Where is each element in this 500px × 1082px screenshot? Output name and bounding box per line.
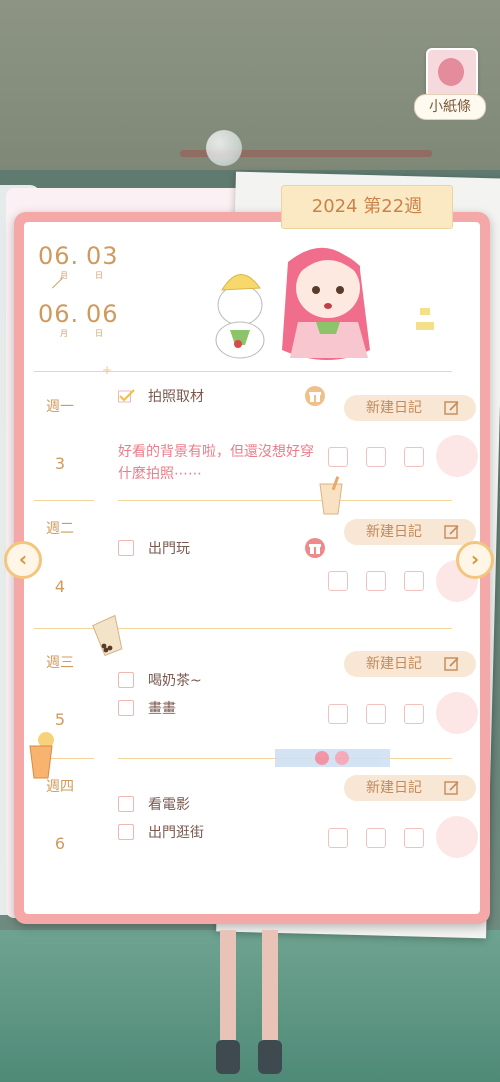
sticker-slot[interactable] [436, 692, 478, 734]
new-diary-button[interactable]: 新建日記 [344, 395, 476, 421]
task-item[interactable]: 出門玩 [118, 538, 190, 558]
task-item[interactable]: 喝奶茶~ [118, 670, 202, 690]
new-diary-button[interactable]: 新建日記 [344, 651, 476, 677]
start-day-unit: 日 [95, 271, 103, 280]
day-divider-1 [118, 500, 452, 501]
day-divider-2 [118, 628, 452, 629]
mood-checkbox[interactable] [328, 447, 348, 467]
task-item[interactable]: 拍照取材 [148, 386, 204, 406]
mood-checkbox[interactable] [366, 447, 386, 467]
day-divider-2-left [34, 628, 94, 629]
edit-icon [444, 401, 459, 415]
weekday-label: 週三 [46, 655, 74, 671]
day-note: 好看的背景有啦，但還沒想好穿什麼拍照⋯⋯ [118, 444, 314, 482]
end-month-unit: 月 [60, 329, 68, 338]
mood-checkbox[interactable] [328, 571, 348, 591]
task-item[interactable]: 出門逛街 [118, 822, 204, 842]
task-item[interactable]: 看電影 [118, 794, 190, 814]
character-legs [216, 930, 282, 1074]
boba-tea-sticker-icon [92, 614, 123, 657]
day-number: 3 [54, 454, 66, 473]
checked-checkbox-icon[interactable] [118, 389, 136, 403]
prev-week-button[interactable]: ‹ [4, 541, 42, 579]
new-diary-label: 新建日記 [366, 780, 422, 796]
new-diary-label: 新建日記 [366, 524, 422, 540]
end-day: 06 [86, 300, 119, 328]
sticker-slot[interactable] [436, 435, 478, 477]
task-text: 出門逛街 [148, 825, 204, 841]
task-text: 畫畫 [148, 701, 176, 717]
gift-icon[interactable] [305, 386, 325, 406]
mood-checkbox[interactable] [404, 828, 424, 848]
next-week-button[interactable]: › [456, 541, 494, 579]
gift-icon[interactable] [305, 538, 325, 558]
task-checkbox[interactable] [118, 824, 134, 840]
task-item[interactable]: 畫畫 [118, 698, 176, 718]
task-text: 拍照取材 [148, 389, 204, 405]
task-text: 看電影 [148, 797, 190, 813]
start-month: 06. [38, 242, 80, 270]
task-checkbox[interactable] [118, 672, 134, 688]
new-diary-button[interactable]: 新建日記 [344, 775, 476, 801]
weekday-label: 週一 [46, 399, 74, 415]
header-divider [34, 371, 452, 372]
task-text: 喝奶茶~ [148, 673, 202, 689]
day-divider-1-left [34, 500, 94, 501]
divider-star-icon: + [102, 363, 113, 377]
juice-sticker-icon [29, 732, 54, 779]
note-avatar [426, 48, 478, 98]
end-day-unit: 日 [95, 329, 103, 338]
new-diary-label: 新建日記 [366, 400, 422, 416]
sticker-slot[interactable] [436, 816, 478, 858]
mood-checkbox[interactable] [366, 571, 386, 591]
washi-tape-sticker [275, 749, 390, 767]
new-diary-label: 新建日記 [366, 656, 422, 672]
day-number: 6 [54, 834, 66, 853]
new-diary-button[interactable]: 新建日記 [344, 519, 476, 545]
mood-checkbox[interactable] [404, 571, 424, 591]
character-illustration [182, 230, 450, 370]
mood-checkbox[interactable] [366, 828, 386, 848]
task-checkbox[interactable] [118, 796, 134, 812]
day-number: 5 [54, 710, 66, 729]
edit-icon [444, 781, 459, 795]
mood-checkbox[interactable] [328, 704, 348, 724]
week-tag: 2024 第22週 [281, 185, 453, 229]
weekday-label: 週二 [46, 521, 74, 537]
bubble-ornament [206, 130, 242, 166]
mood-checkbox[interactable] [366, 704, 386, 724]
start-day: 03 [86, 242, 119, 270]
edit-icon [444, 525, 459, 539]
note-button-label: 小紙條 [414, 94, 486, 120]
day-number: 4 [54, 577, 66, 596]
milk-tea-sticker-icon [319, 476, 343, 515]
task-checkbox[interactable] [118, 540, 134, 556]
mood-checkbox[interactable] [328, 828, 348, 848]
task-checkbox[interactable] [118, 700, 134, 716]
mood-checkbox[interactable] [404, 447, 424, 467]
end-month: 06. [38, 300, 80, 328]
mood-checkbox[interactable] [404, 704, 424, 724]
edit-icon [444, 657, 459, 671]
note-button[interactable]: 小紙條 [410, 48, 490, 120]
task-text: 出門玩 [148, 541, 190, 557]
